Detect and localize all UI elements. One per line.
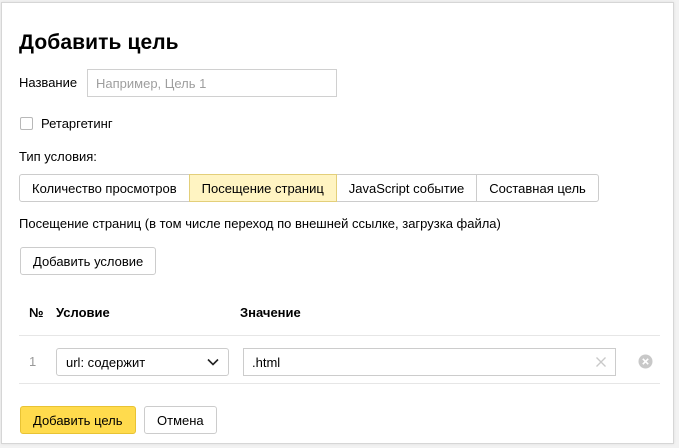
condition-value-input[interactable]: .html	[243, 348, 616, 376]
clear-icon[interactable]	[595, 356, 607, 368]
retargeting-checkbox[interactable]	[20, 117, 33, 130]
remove-row-icon[interactable]	[638, 354, 653, 369]
cancel-button[interactable]: Отмена	[144, 406, 217, 434]
column-header-num: №	[29, 305, 44, 320]
condition-type-js-event[interactable]: JavaScript событие	[335, 174, 478, 202]
row-number: 1	[29, 354, 37, 369]
condition-select[interactable]: url: содержит	[56, 348, 229, 376]
condition-type-page-visit[interactable]: Посещение страниц	[188, 174, 337, 202]
condition-value-text: .html	[252, 354, 281, 370]
dialog-title: Добавить цель	[19, 31, 179, 54]
condition-type-label: Тип условия:	[19, 149, 97, 164]
condition-type-composite[interactable]: Составная цель	[476, 174, 599, 202]
chevron-down-icon	[207, 358, 219, 366]
table-bottom-divider	[19, 383, 660, 384]
condition-select-value: url: содержит	[66, 354, 146, 370]
name-label: Название	[19, 75, 78, 90]
goal-name-input[interactable]	[87, 69, 337, 97]
column-header-value: Значение	[240, 305, 301, 320]
table-divider	[19, 335, 660, 336]
add-goal-button[interactable]: Добавить цель	[20, 406, 136, 434]
condition-description: Посещение страниц (в том числе переход п…	[19, 216, 501, 231]
column-header-condition: Условие	[56, 305, 110, 320]
condition-type-selector: Количество просмотров Посещение страниц …	[19, 174, 599, 202]
retargeting-label: Ретаргетинг	[41, 116, 113, 131]
add-goal-dialog: Добавить цель Название Ретаргетинг Тип у…	[1, 2, 674, 444]
condition-type-views[interactable]: Количество просмотров	[19, 174, 190, 202]
add-condition-button[interactable]: Добавить условие	[20, 247, 157, 275]
retargeting-option[interactable]: Ретаргетинг	[20, 116, 113, 131]
